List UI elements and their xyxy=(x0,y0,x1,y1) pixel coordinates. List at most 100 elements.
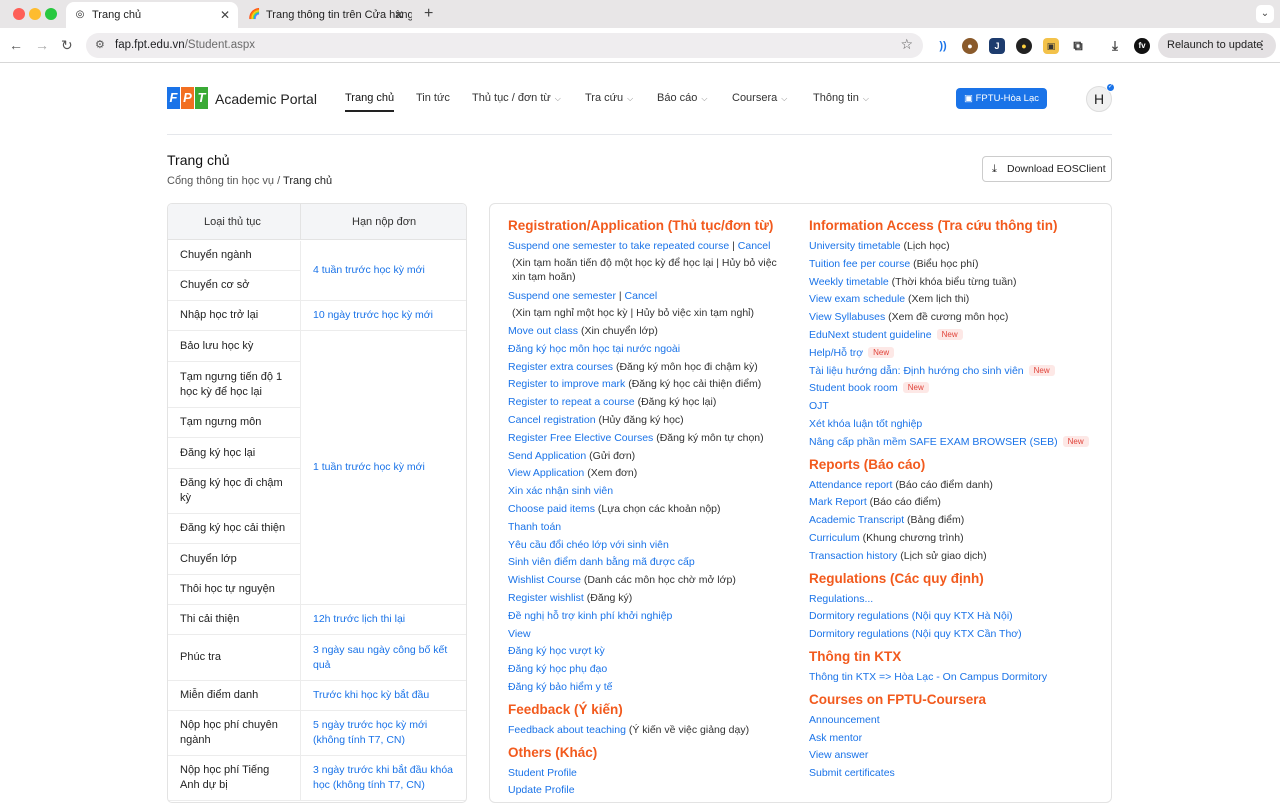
item-link[interactable]: View answer xyxy=(809,749,868,761)
item-link[interactable]: Weekly timetable xyxy=(809,276,889,288)
cancel-link[interactable]: Cancel xyxy=(625,290,658,302)
item-link[interactable]: Regulations... xyxy=(809,593,873,605)
user-avatar[interactable]: H ✓ xyxy=(1086,83,1115,112)
item-link[interactable]: Wishlist Course xyxy=(508,574,581,586)
nav-thong-tin[interactable]: Thông tin ⌵ xyxy=(813,92,869,104)
item-link[interactable]: Đăng ký bảo hiểm y tế xyxy=(508,681,612,693)
item-link[interactable]: Cancel registration xyxy=(508,414,596,426)
item-link[interactable]: Yêu cầu đổi chéo lớp với sinh viên xyxy=(508,539,669,551)
deadline-cell: 3 ngày sau ngày công bố kết quả xyxy=(300,635,466,681)
close-tab-icon[interactable]: ✕ xyxy=(394,2,404,28)
campus-button[interactable]: ▣ FPTU-Hòa Lạc xyxy=(956,88,1047,109)
nav-coursera[interactable]: Coursera ⌵ xyxy=(732,92,787,104)
item-link[interactable]: Move out class xyxy=(508,325,578,337)
nav-tra-cuu[interactable]: Tra cứu ⌵ xyxy=(585,92,633,104)
back-icon[interactable]: ← xyxy=(9,37,23,53)
forward-icon[interactable]: → xyxy=(35,37,49,53)
item-link[interactable]: Update Profile xyxy=(508,784,575,796)
item-link[interactable]: Academic Transcript xyxy=(809,514,904,526)
j-extension-icon[interactable]: J xyxy=(989,38,1005,54)
minimize-window-icon[interactable] xyxy=(29,8,41,20)
item-link[interactable]: Register extra courses xyxy=(508,361,613,373)
item-link[interactable]: Nâng cấp phần mềm SAFE EXAM BROWSER (SEB… xyxy=(809,436,1058,448)
item-link[interactable]: Student Profile xyxy=(508,767,577,779)
maximize-window-icon[interactable] xyxy=(45,8,57,20)
extension-icon[interactable]: )) xyxy=(935,38,951,54)
item-link[interactable]: Đề nghị hỗ trợ kinh phí khởi nghiệp xyxy=(508,610,672,622)
item-link[interactable]: Register to repeat a course xyxy=(508,396,635,408)
item-link[interactable]: OJT xyxy=(809,400,829,412)
item-link[interactable]: Tài liệu hướng dẫn: Định hướng cho sinh … xyxy=(809,365,1024,377)
item-link[interactable]: Curriculum xyxy=(809,532,860,544)
item-link[interactable]: Đăng ký học môn học tại nước ngoài xyxy=(508,343,680,355)
portal-name: Academic Portal xyxy=(215,91,317,107)
verified-icon: ✓ xyxy=(1106,83,1115,92)
item-link[interactable]: Suspend one semester xyxy=(508,290,616,302)
item-link[interactable]: EduNext student guideline xyxy=(809,329,932,341)
nav-tin-tuc[interactable]: Tin tức xyxy=(416,92,450,104)
nav-trang-chu[interactable]: Trang chủ xyxy=(345,92,395,112)
item-link[interactable]: View exam schedule xyxy=(809,293,905,305)
item-link[interactable]: Dormitory regulations (Nội quy KTX Hà Nộ… xyxy=(809,610,1013,622)
item-link[interactable]: View xyxy=(508,628,531,640)
extensions-puzzle-icon[interactable]: ⧉ xyxy=(1070,38,1086,54)
item-link[interactable]: Register Free Elective Courses xyxy=(508,432,653,444)
close-window-icon[interactable] xyxy=(13,8,25,20)
item-link[interactable]: Register wishlist xyxy=(508,592,584,604)
close-tab-icon[interactable]: ✕ xyxy=(220,2,230,28)
item-link[interactable]: View Syllabuses xyxy=(809,311,885,323)
fpt-logo[interactable]: F P T xyxy=(167,87,209,109)
item-link[interactable]: Transaction history xyxy=(809,550,897,562)
address-bar[interactable]: ⚙ fap.fpt.edu.vn/Student.aspx ☆ xyxy=(86,33,923,58)
item-link[interactable]: Suspend one semester to take repeated co… xyxy=(508,240,729,252)
bookmark-star-icon[interactable]: ☆ xyxy=(900,36,913,53)
breadcrumb-parent[interactable]: Cổng thông tin học vụ xyxy=(167,175,274,187)
new-tab-icon[interactable]: + xyxy=(424,5,433,23)
item-link[interactable]: Tuition fee per course xyxy=(809,258,910,270)
link-item: Mark Report (Báo cáo điểm) xyxy=(809,494,1089,512)
relaunch-button[interactable]: Relaunch to update ⋮ xyxy=(1158,33,1276,58)
item-link[interactable]: Attendance report xyxy=(809,479,892,491)
item-link[interactable]: Choose paid items xyxy=(508,503,595,515)
item-link[interactable]: Ask mentor xyxy=(809,732,862,744)
download-eosclient-button[interactable]: ⤓ Download EOSClient xyxy=(982,156,1112,182)
item-link[interactable]: Feedback about teaching xyxy=(508,724,626,736)
logo-letter: T xyxy=(195,87,208,109)
item-link[interactable]: Đăng ký học phụ đạo xyxy=(508,663,607,675)
item-link[interactable]: Register to improve mark xyxy=(508,378,625,390)
extension-icon[interactable]: ▣ xyxy=(1043,38,1059,54)
item-link[interactable]: Đăng ký học vượt kỳ xyxy=(508,645,605,657)
download-icon[interactable]: ⤓ xyxy=(1107,38,1123,54)
item-link[interactable]: Mark Report xyxy=(809,496,867,508)
extension-icon[interactable]: ● xyxy=(1016,38,1032,54)
cancel-link[interactable]: Cancel xyxy=(738,240,771,252)
chevron-down-icon: ⌵ xyxy=(627,94,634,103)
item-link[interactable]: Student book room xyxy=(809,382,898,394)
item-link[interactable]: Submit certificates xyxy=(809,767,895,779)
item-link[interactable]: Dormitory regulations (Nội quy KTX Cần T… xyxy=(809,628,1022,640)
new-badge: New xyxy=(936,328,963,340)
item-link[interactable]: Thanh toán xyxy=(508,521,561,533)
item-link[interactable]: Thông tin KTX => Hòa Lạc - On Campus Dor… xyxy=(809,671,1047,683)
item-description: (Xem đơn) xyxy=(584,467,638,480)
link-item: Regulations... xyxy=(809,591,1089,609)
profile-avatar-icon[interactable]: fv xyxy=(1134,38,1150,54)
reload-icon[interactable]: ↻ xyxy=(61,37,73,53)
browser-tab-active[interactable]: ◎ Trang chủ ✕ xyxy=(66,2,238,28)
cookie-extension-icon[interactable]: ● xyxy=(962,38,978,54)
item-link[interactable]: Xét khóa luận tốt nghiệp xyxy=(809,418,922,430)
item-link[interactable]: View Application xyxy=(508,467,584,479)
tab-search-icon[interactable]: ⌄ xyxy=(1256,5,1274,23)
nav-bao-cao[interactable]: Báo cáo ⌵ xyxy=(657,92,707,104)
item-link[interactable]: University timetable xyxy=(809,240,901,252)
site-settings-icon[interactable]: ⚙ xyxy=(95,38,105,51)
item-link[interactable]: Xin xác nhận sinh viên xyxy=(508,485,613,497)
item-link[interactable]: Send Application xyxy=(508,450,586,462)
url-text: fap.fpt.edu.vn/Student.aspx xyxy=(115,39,255,51)
item-link[interactable]: Announcement xyxy=(809,714,880,726)
more-menu-icon[interactable]: ⋮ xyxy=(1256,33,1268,58)
browser-tab[interactable]: 🌈 Trang thông tin trên Cửa hàng ✕ xyxy=(240,2,412,28)
nav-thu-tuc[interactable]: Thủ tục / đơn từ ⌵ xyxy=(472,92,561,104)
item-link[interactable]: Sinh viên điểm danh bằng mã được cấp xyxy=(508,556,695,568)
item-link[interactable]: Help/Hỗ trợ xyxy=(809,347,863,359)
